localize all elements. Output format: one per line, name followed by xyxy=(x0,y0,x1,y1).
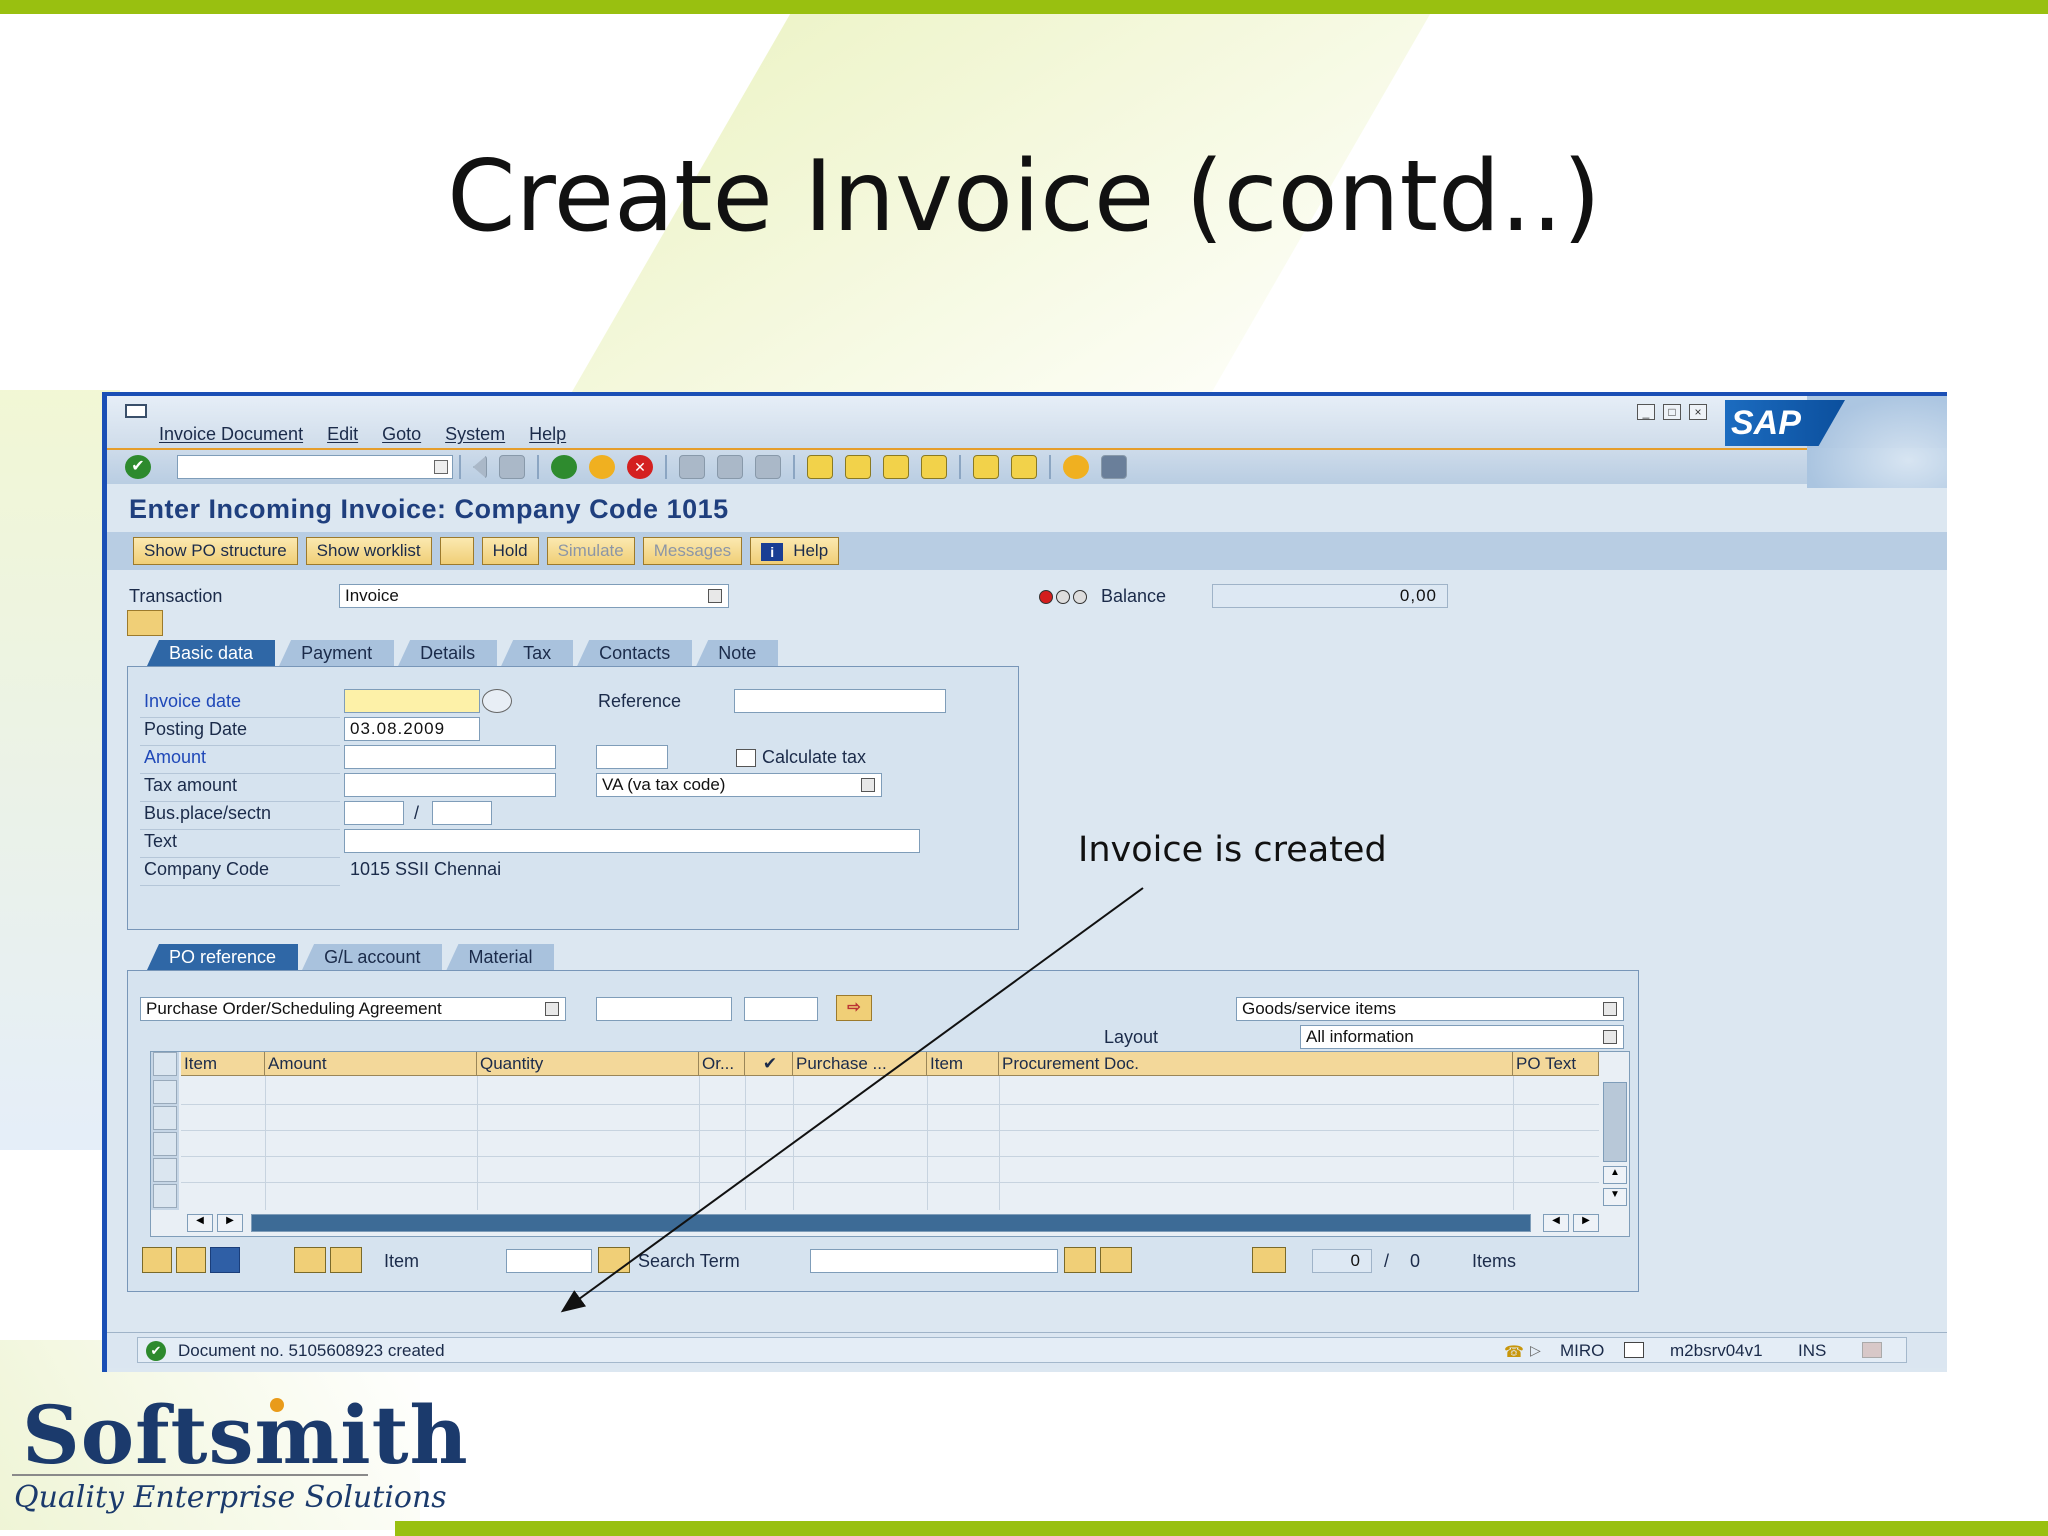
company-tagline: Quality Enterprise Solutions xyxy=(14,1480,447,1515)
annotation-arrow xyxy=(560,887,1144,1313)
logo-divider xyxy=(12,1474,368,1476)
logo-star-icon xyxy=(270,1398,284,1412)
company-logo: Softsmith xyxy=(22,1388,469,1482)
